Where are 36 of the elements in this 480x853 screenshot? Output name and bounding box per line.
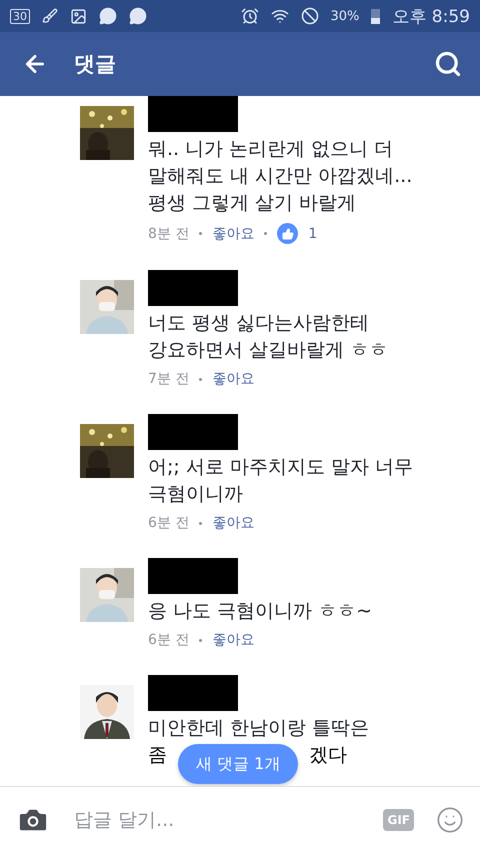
comment-time: 8분 전 xyxy=(148,224,190,242)
alarm-clock-icon xyxy=(240,7,258,25)
clock-time: 오후 8:59 xyxy=(392,6,470,28)
comment-time: 6분 전 xyxy=(148,631,190,649)
like-link[interactable]: 좋아요 xyxy=(212,224,254,242)
comment-text: 평생 그렇게 살기 바랄게 xyxy=(148,191,358,216)
new-comments-button[interactable]: 새 댓글 1개 xyxy=(178,744,298,784)
like-link[interactable]: 좋아요 xyxy=(212,631,254,649)
reaction-count: 1 xyxy=(308,226,318,242)
comment-text: 미안한데 한남이랑 틀딱은 xyxy=(148,716,370,741)
like-link[interactable]: 좋아요 xyxy=(212,370,254,388)
comment-text: 강요하면서 살길바랄게 ㅎㅎ xyxy=(148,338,388,363)
battery-percent: 30% xyxy=(330,8,360,24)
emoji-icon[interactable] xyxy=(436,806,464,834)
comment-text: 말해줘도 내 시간만 아깝겠네... xyxy=(148,164,412,189)
comment-text: 겠다 xyxy=(309,743,347,768)
comment-time: 7분 전 xyxy=(148,370,190,388)
wifi-icon xyxy=(270,7,288,25)
chat-bubble-icon xyxy=(129,7,147,25)
comment-text: 극혐이니까 xyxy=(148,482,244,507)
thumbs-up-icon xyxy=(277,223,298,244)
page-title: 댓글 xyxy=(74,51,116,78)
notification-badge: 30 xyxy=(10,8,30,24)
block-icon xyxy=(300,7,318,25)
search-icon[interactable] xyxy=(434,50,462,78)
chat-bubble-icon xyxy=(99,7,117,25)
comment-text: 뭐.. 니가 논리란게 없으니 더 xyxy=(148,137,394,162)
comment-text: 너도 평생 싫다는사람한테 xyxy=(148,311,370,336)
image-icon xyxy=(70,8,87,24)
comment-text: 어;; 서로 마주치지도 말자 너무 xyxy=(148,455,413,480)
like-link[interactable]: 좋아요 xyxy=(212,514,254,532)
comment-text: 좀 xyxy=(148,743,167,768)
battery-icon xyxy=(371,8,380,24)
comment-time: 6분 전 xyxy=(148,514,190,532)
comment-text: 응 나도 극혐이니까 ㅎㅎ~ xyxy=(148,599,372,624)
brush-icon xyxy=(42,8,58,24)
